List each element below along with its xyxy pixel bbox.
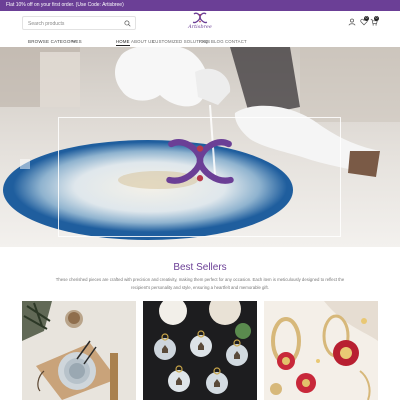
brand-name: Artisbree <box>188 24 212 30</box>
promo-bar: Flat 10% off on your first order. (Use C… <box>0 0 400 11</box>
cart-count-badge: 0 <box>374 16 379 21</box>
product-card[interactable] <box>143 301 257 400</box>
main-nav: BROWSE CATEGORIES HOME ABOUT US CUSTOMIZ… <box>0 37 400 47</box>
hero-banner[interactable] <box>0 47 400 247</box>
product-card[interactable] <box>264 301 378 400</box>
chevron-down-icon[interactable] <box>72 40 76 43</box>
best-sellers-title: Best Sellers <box>173 262 227 273</box>
product-image <box>143 301 257 400</box>
product-image <box>22 301 136 400</box>
nav-faq[interactable]: FAQ <box>199 39 208 44</box>
search-icon[interactable] <box>124 20 131 27</box>
best-sellers-description: These cherished pieces are crafted with … <box>55 277 345 290</box>
hero-logo-mark <box>166 139 234 184</box>
wishlist-count-badge: 0 <box>364 16 369 21</box>
nav-about-us[interactable]: ABOUT US <box>131 39 155 44</box>
brand-logo[interactable]: Artisbree <box>185 11 215 37</box>
search-input[interactable] <box>28 19 120 28</box>
nav-contact[interactable]: CONTACT <box>225 39 247 44</box>
user-icon[interactable] <box>348 18 356 26</box>
search-box[interactable] <box>22 16 136 30</box>
promo-text: Flat 10% off on your first order. (Use C… <box>6 2 124 8</box>
product-image <box>264 301 378 400</box>
nav-home[interactable]: HOME <box>116 39 130 46</box>
product-card[interactable] <box>22 301 136 400</box>
nav-blog[interactable]: BLOG <box>211 39 224 44</box>
brand-logo-mark <box>192 12 208 24</box>
